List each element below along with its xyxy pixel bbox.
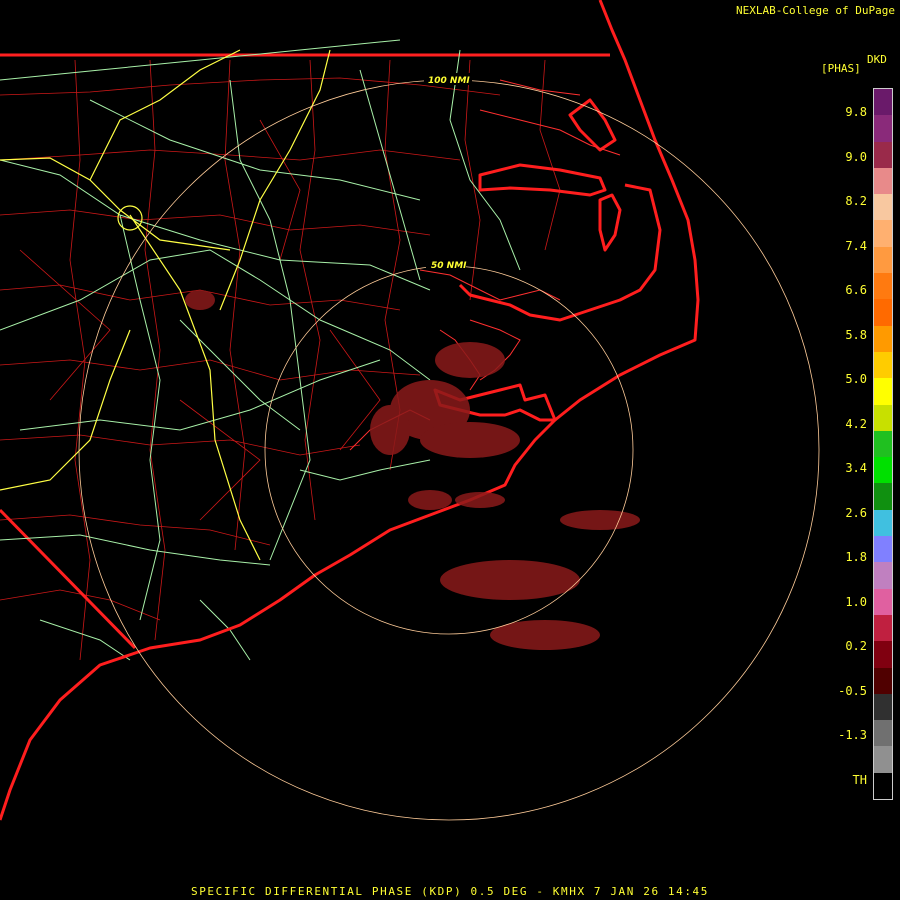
color-scale-label: 9.8 [845,105,867,119]
color-scale-segment [874,693,892,722]
color-scale-segment [874,246,892,275]
color-scale-segment [874,746,892,774]
color-scale-segment [874,772,892,799]
color-scale-segment [874,457,892,485]
credit-text: NEXLAB-College of DuPage [736,4,895,17]
color-scale-label: 1.0 [845,594,867,609]
color-scale-segment [874,641,892,669]
color-scale-label: 1.8 [845,550,867,564]
color-scale-segment [874,220,892,248]
color-scale-segment [874,720,892,748]
color-scale-segment [874,667,892,695]
range-ring-50-label: 50 NMI [431,261,467,271]
color-scale-segment [874,404,892,432]
color-scale-label: 0.2 [845,639,867,653]
color-scale-label: 8.2 [845,194,867,208]
color-scale-segment [874,536,892,564]
color-scale-segment [874,351,892,380]
color-scale-segment [874,430,892,459]
color-scale-segment [874,325,892,353]
color-scale-label: 9.0 [845,149,867,164]
color-scale-label: 2.6 [845,505,867,520]
units-label: [PHAS] [821,62,861,75]
color-scale-label: 7.4 [845,238,867,253]
color-scale-segment [874,588,892,616]
color-scale-segment [874,378,892,406]
product-code: DKD [867,53,887,66]
color-scale-segment [874,167,892,196]
color-scale-label: -0.5 [838,683,867,698]
radar-map: 50 NMI 100 NMI [0,0,900,900]
color-scale-label: -1.3 [838,728,867,742]
color-scale-segment [874,273,892,301]
color-scale-segment [874,115,892,143]
color-scale-label: 4.2 [845,416,867,431]
color-scale-segment [874,509,892,538]
color-scale-label: 6.6 [845,283,867,297]
color-scale-label: 5.0 [845,372,867,386]
product-title: SPECIFIC DIFFERENTIAL PHASE (KDP) 0.5 DE… [190,885,710,898]
color-scale-segment [874,141,892,169]
color-scale-segment [874,89,892,117]
color-scale-segment [874,194,892,222]
color-scale-label: TH [852,772,867,787]
color-scale-segment [874,614,892,643]
color-scale-label: 5.8 [845,327,867,342]
color-scale-segment [874,299,892,327]
color-scale-bar [873,88,893,800]
range-ring-100-label: 100 NMI [428,76,470,86]
color-scale-segment [874,483,892,511]
color-scale-label: 3.4 [845,461,867,475]
color-scale-segment [874,562,892,590]
